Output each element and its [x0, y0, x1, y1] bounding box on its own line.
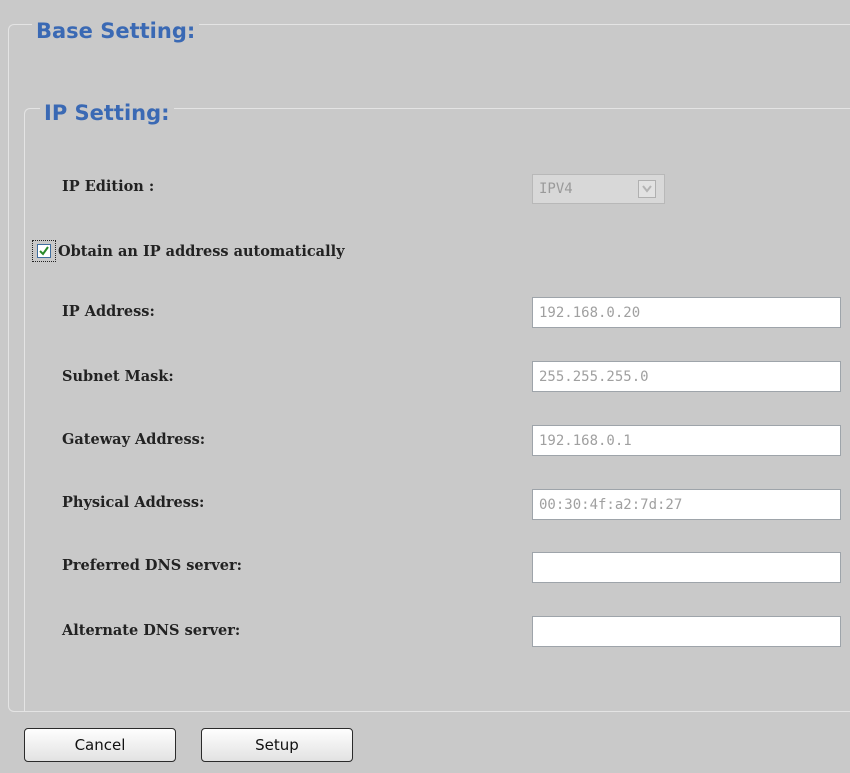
ip-edition-value: IPV4 [539, 181, 573, 197]
chevron-down-icon[interactable] [638, 180, 656, 198]
alternate-dns-field[interactable] [532, 616, 841, 647]
base-setting-legend: Base Setting: [32, 18, 200, 44]
cancel-button[interactable]: Cancel [24, 728, 176, 762]
checkmark-icon [37, 244, 51, 258]
setup-button[interactable]: Setup [201, 728, 353, 762]
physical-address-label: Physical Address: [62, 494, 205, 511]
subnet-mask-label: Subnet Mask: [62, 368, 174, 385]
ip-edition-label: IP Edition : [62, 178, 155, 195]
obtain-ip-automatically-label[interactable]: Obtain an IP address automatically [58, 243, 345, 260]
subnet-mask-field[interactable] [532, 361, 841, 392]
alternate-dns-label: Alternate DNS server: [62, 622, 241, 639]
preferred-dns-field[interactable] [532, 552, 841, 583]
ip-setting-legend: IP Setting: [40, 100, 174, 126]
obtain-ip-automatically-row[interactable]: Obtain an IP address automatically [32, 240, 345, 262]
gateway-address-field[interactable] [532, 425, 841, 456]
obtain-ip-automatically-checkbox[interactable] [32, 240, 56, 262]
gateway-address-label: Gateway Address: [62, 431, 206, 448]
ip-edition-select[interactable]: IPV4 [532, 174, 665, 204]
preferred-dns-label: Preferred DNS server: [62, 557, 242, 574]
ip-address-field[interactable] [532, 297, 841, 328]
ip-address-label: IP Address: [62, 303, 155, 320]
physical-address-field[interactable] [532, 489, 841, 520]
